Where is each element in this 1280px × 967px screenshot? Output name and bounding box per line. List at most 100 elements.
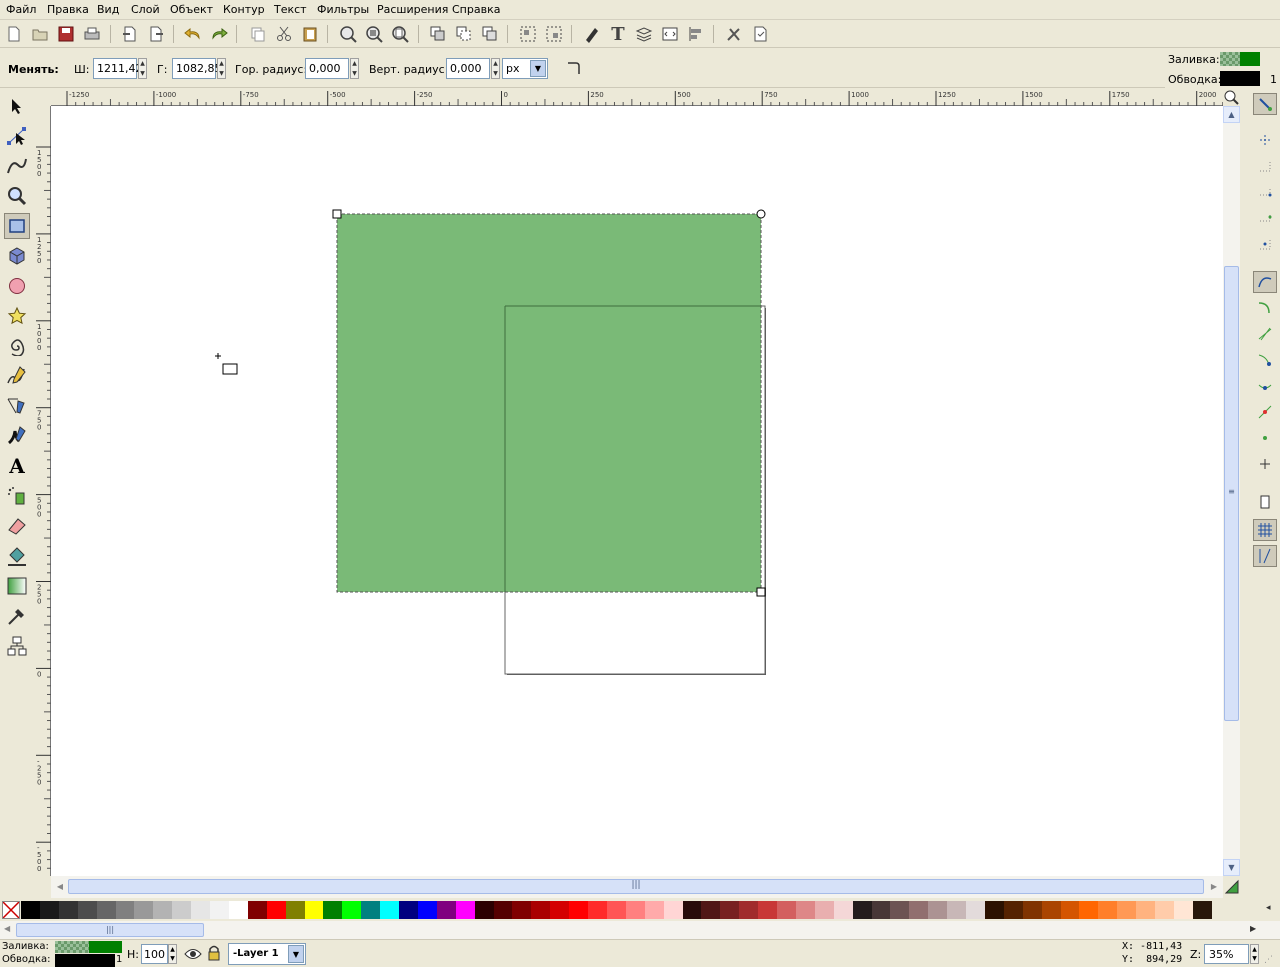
palette-swatch[interactable] xyxy=(304,901,324,919)
snap-grid-icon[interactable] xyxy=(1253,519,1277,541)
palette-swatch[interactable] xyxy=(96,901,116,919)
layer-chevron-down-icon[interactable]: ▼ xyxy=(288,945,304,963)
import-icon[interactable] xyxy=(120,24,140,44)
eye-icon[interactable] xyxy=(184,945,202,963)
zoom-input[interactable]: 35% xyxy=(1204,944,1249,964)
menu-path[interactable]: Контур xyxy=(223,3,265,16)
paste-icon[interactable] xyxy=(300,24,320,44)
snap-page-border-icon[interactable] xyxy=(1253,491,1277,513)
no-paint-swatch[interactable] xyxy=(2,901,20,919)
layer-select[interactable]: -Layer 1 ▼ xyxy=(228,943,306,965)
width-input[interactable]: 1211,42 xyxy=(93,58,143,79)
rx-input[interactable]: 0,000 xyxy=(305,58,349,79)
color-managed-icon[interactable] xyxy=(1223,876,1240,898)
horizontal-ruler[interactable]: -1250 -1000 -750 -500 -250 0 250 500 750 1000 1250… xyxy=(51,89,1276,106)
palette-swatch[interactable] xyxy=(153,901,173,919)
palette-swatch[interactable] xyxy=(1117,901,1137,919)
zoom-corner-icon[interactable] xyxy=(1223,89,1240,106)
menu-layer[interactable]: Слой xyxy=(131,3,160,16)
paint-bucket-tool-icon[interactable] xyxy=(4,543,30,569)
palette-swatch[interactable] xyxy=(777,901,796,919)
palette-swatch[interactable] xyxy=(512,901,532,919)
palette-swatch[interactable] xyxy=(39,901,59,919)
group-icon[interactable] xyxy=(518,24,538,44)
preferences-icon[interactable] xyxy=(724,24,744,44)
scroll-down-button[interactable]: ▼ xyxy=(1223,859,1240,876)
ry-input[interactable]: 0,000 xyxy=(446,58,490,79)
palette-swatch[interactable] xyxy=(644,901,664,919)
palette-swatch[interactable] xyxy=(436,901,456,919)
snap-guides-icon[interactable] xyxy=(1253,545,1277,567)
rounding-handle[interactable] xyxy=(756,209,766,219)
palette-swatch[interactable] xyxy=(1022,901,1042,919)
save-icon[interactable] xyxy=(56,24,76,44)
palette-menu-icon[interactable]: ◂ xyxy=(1266,903,1278,917)
palette-swatch[interactable] xyxy=(852,901,872,919)
palette-swatch[interactable] xyxy=(550,901,570,919)
copy-icon[interactable] xyxy=(248,24,268,44)
snap-bbox-edge-icon[interactable] xyxy=(1253,155,1277,177)
3d-box-tool-icon[interactable] xyxy=(4,243,30,269)
pencil-tool-icon[interactable] xyxy=(4,363,30,389)
layers-icon[interactable] xyxy=(634,24,654,44)
ry-spin-buttons[interactable]: ▲ ▼ xyxy=(491,58,500,79)
vertical-scrollbar[interactable]: ▲ ≡ ▼ xyxy=(1223,106,1240,876)
snap-toggle-icon[interactable] xyxy=(1253,93,1277,115)
palette-swatch[interactable] xyxy=(247,901,267,919)
spiral-tool-icon[interactable] xyxy=(4,333,30,359)
chevron-down-icon[interactable]: ▼ xyxy=(530,60,546,77)
palette-swatch[interactable] xyxy=(266,901,286,919)
corner-handle-bottom-right[interactable] xyxy=(756,587,766,597)
menu-help[interactable]: Справка xyxy=(452,3,500,16)
palette-swatch[interactable] xyxy=(966,901,985,919)
palette-swatch[interactable] xyxy=(833,901,853,919)
ellipse-tool-icon[interactable] xyxy=(4,273,30,299)
xml-editor-icon[interactable] xyxy=(660,24,680,44)
menu-extensions[interactable]: Расширения xyxy=(377,3,448,16)
palette-swatch[interactable] xyxy=(210,901,229,919)
palette-swatch[interactable] xyxy=(77,901,97,919)
palette-swatch[interactable] xyxy=(871,901,891,919)
palette-swatch[interactable] xyxy=(455,901,475,919)
snap-nodes-icon[interactable] xyxy=(1253,271,1277,293)
menu-filters[interactable]: Фильтры xyxy=(317,3,369,16)
zoom-selection-icon[interactable] xyxy=(338,24,358,44)
height-input[interactable]: 1082,85 xyxy=(172,58,222,79)
open-icon[interactable] xyxy=(30,24,50,44)
width-spin-buttons[interactable]: ▲ ▼ xyxy=(138,58,147,79)
scroll-left-button[interactable]: ◀ xyxy=(53,878,67,895)
palette-swatch[interactable] xyxy=(625,901,645,919)
rectangle-tool-icon[interactable] xyxy=(4,213,30,239)
menu-file[interactable]: Файл xyxy=(6,3,36,16)
undo-icon[interactable] xyxy=(183,24,203,44)
snap-path-icon[interactable] xyxy=(1253,297,1277,319)
palette-swatch[interactable] xyxy=(890,901,910,919)
palette-swatch[interactable] xyxy=(758,901,778,919)
align-icon[interactable] xyxy=(686,24,706,44)
palette-swatch[interactable] xyxy=(1173,901,1193,919)
vertical-ruler[interactable]: 1500125010007505002500-250-500 xyxy=(34,106,51,921)
palette-swatch[interactable] xyxy=(909,901,929,919)
snap-path-intersection-icon[interactable] xyxy=(1253,323,1277,345)
opacity-spin-buttons[interactable]: ▲ ▼ xyxy=(168,944,177,964)
palette-swatch[interactable] xyxy=(1041,901,1061,919)
text-font-icon[interactable]: T xyxy=(608,24,628,45)
snap-bbox-center-icon[interactable] xyxy=(1253,233,1277,255)
horizontal-scroll-thumb[interactable]: ||| xyxy=(68,879,1204,894)
palette-swatch[interactable] xyxy=(323,901,343,919)
eraser-tool-icon[interactable] xyxy=(4,513,30,539)
palette-swatch[interactable] xyxy=(172,901,192,919)
fill-stroke-icon[interactable] xyxy=(582,24,602,44)
palette-swatch[interactable] xyxy=(191,901,211,919)
palette-swatch[interactable] xyxy=(1060,901,1080,919)
palette-swatch[interactable] xyxy=(739,901,759,919)
palette-swatch[interactable] xyxy=(531,901,551,919)
palette-swatch[interactable] xyxy=(58,901,78,919)
stroke-swatch[interactable] xyxy=(1220,71,1260,86)
zoom-page-icon[interactable] xyxy=(390,24,410,44)
palette-swatch[interactable] xyxy=(399,901,418,919)
reset-corners-icon[interactable] xyxy=(566,61,580,75)
lock-icon[interactable] xyxy=(206,944,222,962)
spray-tool-icon[interactable] xyxy=(4,483,30,509)
snap-cusp-nodes-icon[interactable] xyxy=(1253,349,1277,371)
